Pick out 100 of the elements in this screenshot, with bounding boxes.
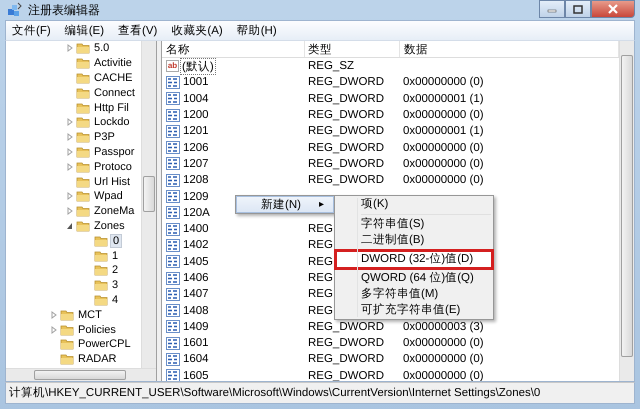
folder-icon — [94, 263, 108, 278]
expand-arrow-icon[interactable] — [66, 162, 74, 171]
tree-item[interactable]: Passpor — [92, 146, 136, 158]
menu-item[interactable]: 查看(V) — [112, 23, 166, 38]
vertical-scrollbar[interactable] — [141, 41, 156, 368]
submenu-item[interactable]: DWORD (32-位)值(D) — [337, 252, 491, 267]
menu-item[interactable]: 收藏夹(A) — [165, 23, 231, 38]
value-name[interactable]: 1407 — [181, 287, 211, 302]
value-name[interactable]: 1200 — [181, 108, 211, 122]
tree-item[interactable]: Connect — [92, 86, 137, 99]
binary-value-icon — [166, 320, 180, 334]
close-button[interactable] — [591, 0, 635, 18]
tree-item[interactable]: Url Hist — [92, 176, 132, 188]
value-type: REG — [308, 304, 333, 317]
collapse-arrow-icon[interactable] — [66, 222, 74, 230]
value-name[interactable]: (默认) — [180, 58, 216, 75]
value-name[interactable]: 120A — [181, 206, 212, 220]
value-type: REG_DWORD — [308, 125, 384, 138]
tree-item[interactable]: 3 — [110, 279, 120, 292]
tree-item[interactable]: 5.0 — [92, 42, 112, 54]
folder-icon — [76, 41, 90, 56]
close-icon — [607, 4, 619, 14]
value-name[interactable]: 1206 — [181, 140, 211, 155]
tree-item[interactable]: MCT — [76, 308, 104, 321]
expand-arrow-icon[interactable] — [66, 207, 74, 216]
value-name[interactable]: 1201 — [181, 124, 211, 138]
value-type: REG_DWORD — [308, 320, 384, 333]
tree-item[interactable]: Lockdo — [92, 116, 132, 128]
tree-item[interactable]: PowerCPL — [76, 338, 133, 350]
folder-icon — [60, 337, 74, 352]
horizontal-scrollbar[interactable] — [6, 368, 156, 381]
submenu-item[interactable]: 二进制值(B) — [337, 233, 491, 248]
value-name[interactable]: 1208 — [181, 173, 211, 188]
value-name[interactable]: 1001 — [181, 75, 211, 90]
tree-item[interactable]: 2 — [110, 264, 120, 276]
tree-item[interactable]: 0 — [110, 234, 122, 248]
binary-value-icon — [166, 238, 180, 252]
binary-value-icon — [166, 190, 180, 204]
column-header[interactable]: 名称 — [162, 41, 305, 57]
value-name[interactable]: 1406 — [181, 271, 211, 285]
value-type: REG — [308, 272, 333, 284]
value-name[interactable]: 1405 — [181, 254, 211, 269]
submenu-item[interactable]: 可扩充字符串值(E) — [337, 303, 491, 318]
vertical-scrollbar[interactable] — [619, 41, 634, 381]
tree-item[interactable]: 4 — [110, 294, 120, 306]
expand-arrow-icon[interactable] — [50, 310, 58, 319]
menu-item[interactable]: 帮助(H) — [230, 23, 285, 38]
value-type: REG — [308, 256, 333, 268]
folder-icon — [60, 352, 74, 366]
menu-item[interactable]: 文件(F) — [6, 23, 59, 38]
submenu-item[interactable]: 字符串值(S) — [337, 217, 491, 232]
tree-item[interactable]: Protoco — [92, 160, 134, 173]
expand-arrow-icon[interactable] — [66, 118, 74, 126]
value-name[interactable]: 1605 — [181, 368, 211, 381]
column-header[interactable]: 类型 — [305, 41, 400, 57]
folder-icon — [76, 144, 90, 159]
new-menu-item[interactable]: 新建(N) ▸ — [236, 196, 334, 213]
folder-icon — [76, 130, 90, 144]
tree-item[interactable]: P3P — [92, 131, 117, 144]
value-type: REG_DWORD — [308, 353, 384, 366]
value-type: REG_DWORD — [308, 92, 384, 105]
value-name[interactable]: 1402 — [181, 238, 211, 252]
expand-arrow-icon[interactable] — [66, 44, 74, 52]
maximize-button[interactable] — [565, 0, 591, 18]
submenu-item[interactable]: QWORD (64 位)值(Q) — [337, 271, 491, 286]
string-value-icon: ab — [166, 60, 179, 72]
tree-item[interactable]: Activitie — [92, 57, 134, 70]
expand-arrow-icon[interactable] — [66, 133, 74, 142]
window-title: 注册表编辑器 — [28, 2, 100, 18]
binary-value-icon — [166, 141, 180, 154]
tree-item[interactable]: Policies — [76, 324, 118, 336]
binary-value-icon — [166, 92, 180, 106]
folder-icon — [94, 248, 108, 263]
tree-item[interactable]: RADAR — [76, 353, 119, 366]
value-name[interactable]: 1004 — [181, 92, 211, 106]
folder-icon — [76, 218, 90, 233]
value-name[interactable]: 1408 — [181, 304, 211, 318]
value-type: REG_DWORD — [308, 142, 384, 154]
value-name[interactable]: 1400 — [181, 222, 211, 236]
folder-icon — [76, 204, 90, 218]
tree-item[interactable]: Wpad — [92, 190, 125, 202]
value-name[interactable]: 1409 — [181, 320, 211, 334]
value-name[interactable]: 1207 — [181, 156, 211, 171]
binary-value-icon — [166, 206, 180, 220]
registry-cubes-icon — [7, 2, 23, 18]
tree-item[interactable]: 1 — [110, 250, 120, 262]
menu-item[interactable]: 编辑(E) — [58, 23, 112, 38]
expand-arrow-icon[interactable] — [50, 326, 58, 334]
submenu-item[interactable]: 多字符串值(M) — [337, 287, 491, 302]
value-name[interactable]: 1209 — [181, 190, 211, 204]
tree-item[interactable]: CACHE — [92, 72, 135, 84]
value-name[interactable]: 1604 — [181, 352, 211, 366]
tree-item[interactable]: Zones — [92, 220, 127, 232]
tree-item[interactable]: Http Fil — [92, 102, 131, 114]
expand-arrow-icon[interactable] — [66, 148, 74, 156]
expand-arrow-icon[interactable] — [66, 192, 74, 200]
value-name[interactable]: 1601 — [181, 336, 211, 350]
tree-item[interactable]: ZoneMa — [92, 205, 136, 218]
submenu-item[interactable]: 项(K) — [337, 197, 491, 212]
binary-value-icon — [166, 272, 180, 284]
